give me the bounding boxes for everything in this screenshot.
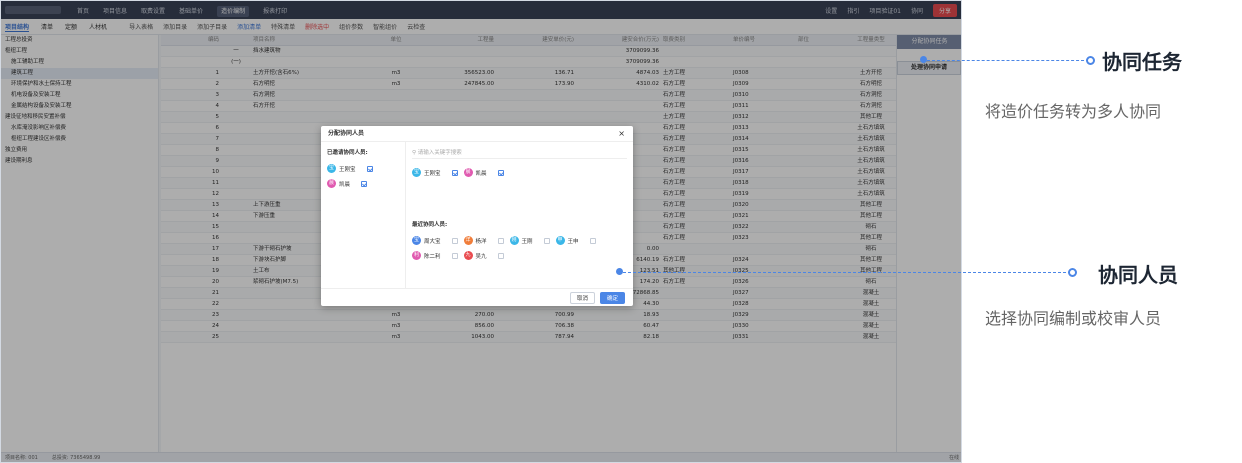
avatar: 宝 [327, 164, 336, 173]
member-name: 凯晨 [339, 181, 351, 188]
invited-panel: 已邀请协同人员: 宝王刚宝晨凯晨 [321, 142, 406, 288]
avatar: 九 [463, 251, 473, 260]
close-icon[interactable]: × [618, 126, 625, 142]
task-leader-line [927, 60, 1089, 61]
member-name: 吴九 [475, 253, 487, 260]
member-picker: ⚲ 请输入关键字搜索 宝王刚宝晨凯晨 最近协同人员: 宝周大宝洋杨洋刚王刚申王申… [406, 142, 633, 288]
task-callout: 协同任务 [1102, 46, 1182, 75]
member-checkbox[interactable] [451, 169, 458, 176]
people-callout-dot [1068, 268, 1077, 277]
member-checkbox[interactable] [451, 252, 458, 259]
member-checkbox[interactable] [361, 180, 368, 187]
people-leader-line [623, 272, 1071, 273]
app-window: 首页 项目信息 取费设置 基础单价 造价编制 报表打印 设置 指引 项目验证01 协同 分享 项目… [0, 0, 962, 463]
member-chip[interactable]: 洋杨洋 [463, 236, 504, 245]
people-callout-desc: 选择协同编制或校审人员 [985, 311, 1162, 328]
avatar: 刚 [509, 236, 519, 245]
member-checkbox[interactable] [543, 237, 550, 244]
dialog-footer: 取消 确定 [321, 288, 633, 306]
avatar: 洋 [463, 236, 473, 245]
invited-label: 已邀请协同人员: [327, 150, 368, 156]
search-input[interactable]: ⚲ 请输入关键字搜索 [412, 148, 627, 159]
avatar: 晨 [327, 179, 336, 188]
assign-collaborators-dialog: 分配协同人员 × 已邀请协同人员: 宝王刚宝晨凯晨 ⚲ 请输入关键字搜索 宝王刚宝… [321, 126, 633, 306]
people-marker [616, 268, 623, 275]
cancel-button[interactable]: 取消 [569, 291, 595, 304]
member-name: 王刚宝 [424, 170, 441, 177]
recent-label: 最近协同人员: [412, 222, 448, 228]
ok-button[interactable]: 确定 [599, 291, 625, 304]
member-chip[interactable]: 宝王刚宝 [327, 164, 373, 173]
member-checkbox[interactable] [589, 237, 596, 244]
member-chip[interactable]: 宝王刚宝 [412, 168, 458, 177]
member-chip[interactable]: 申王申 [555, 236, 596, 245]
avatar: 申 [555, 236, 565, 245]
member-name: 凯晨 [475, 170, 487, 177]
member-checkbox[interactable] [497, 169, 504, 176]
member-name: 陈二利 [424, 253, 441, 260]
member-name: 王申 [567, 238, 579, 245]
member-chip[interactable]: 晨凯晨 [463, 168, 504, 177]
avatar: 宝 [412, 236, 421, 245]
task-callout-dot [1086, 56, 1095, 65]
member-checkbox[interactable] [497, 237, 504, 244]
people-callout: 协同人员 [1098, 259, 1178, 288]
task-callout-title: 协同任务 [1102, 52, 1182, 74]
task-callout-desc: 将造价任务转为多人协同 [985, 104, 1162, 121]
member-checkbox[interactable] [497, 252, 504, 259]
member-checkbox[interactable] [451, 237, 458, 244]
member-name: 杨洋 [475, 238, 487, 245]
member-chip[interactable]: 刚王刚 [509, 236, 550, 245]
member-name: 王刚宝 [339, 166, 356, 173]
task-marker [920, 56, 927, 63]
avatar: 利 [412, 251, 421, 260]
member-name: 王刚 [521, 238, 533, 245]
avatar: 宝 [412, 168, 421, 177]
member-chip[interactable]: 九吴九 [463, 251, 504, 260]
member-chip[interactable]: 利陈二利 [412, 251, 458, 260]
member-chip[interactable]: 宝周大宝 [412, 236, 458, 245]
member-name: 周大宝 [424, 238, 441, 245]
dialog-title: 分配协同人员 × [321, 126, 633, 142]
member-chip[interactable]: 晨凯晨 [327, 179, 368, 188]
member-checkbox[interactable] [366, 165, 373, 172]
people-callout-title: 协同人员 [1098, 265, 1178, 287]
avatar: 晨 [463, 168, 473, 177]
